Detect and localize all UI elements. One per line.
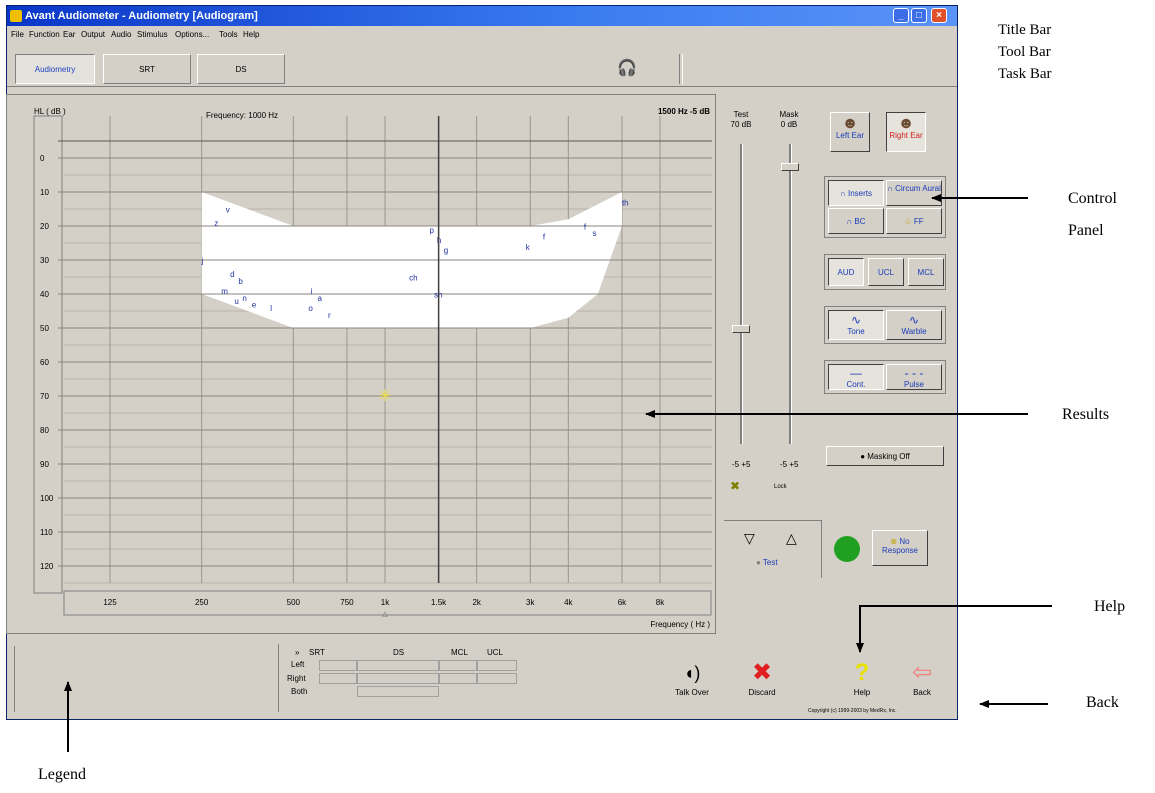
arrow-help	[856, 605, 1052, 653]
annotation-arrows	[64, 194, 1052, 752]
